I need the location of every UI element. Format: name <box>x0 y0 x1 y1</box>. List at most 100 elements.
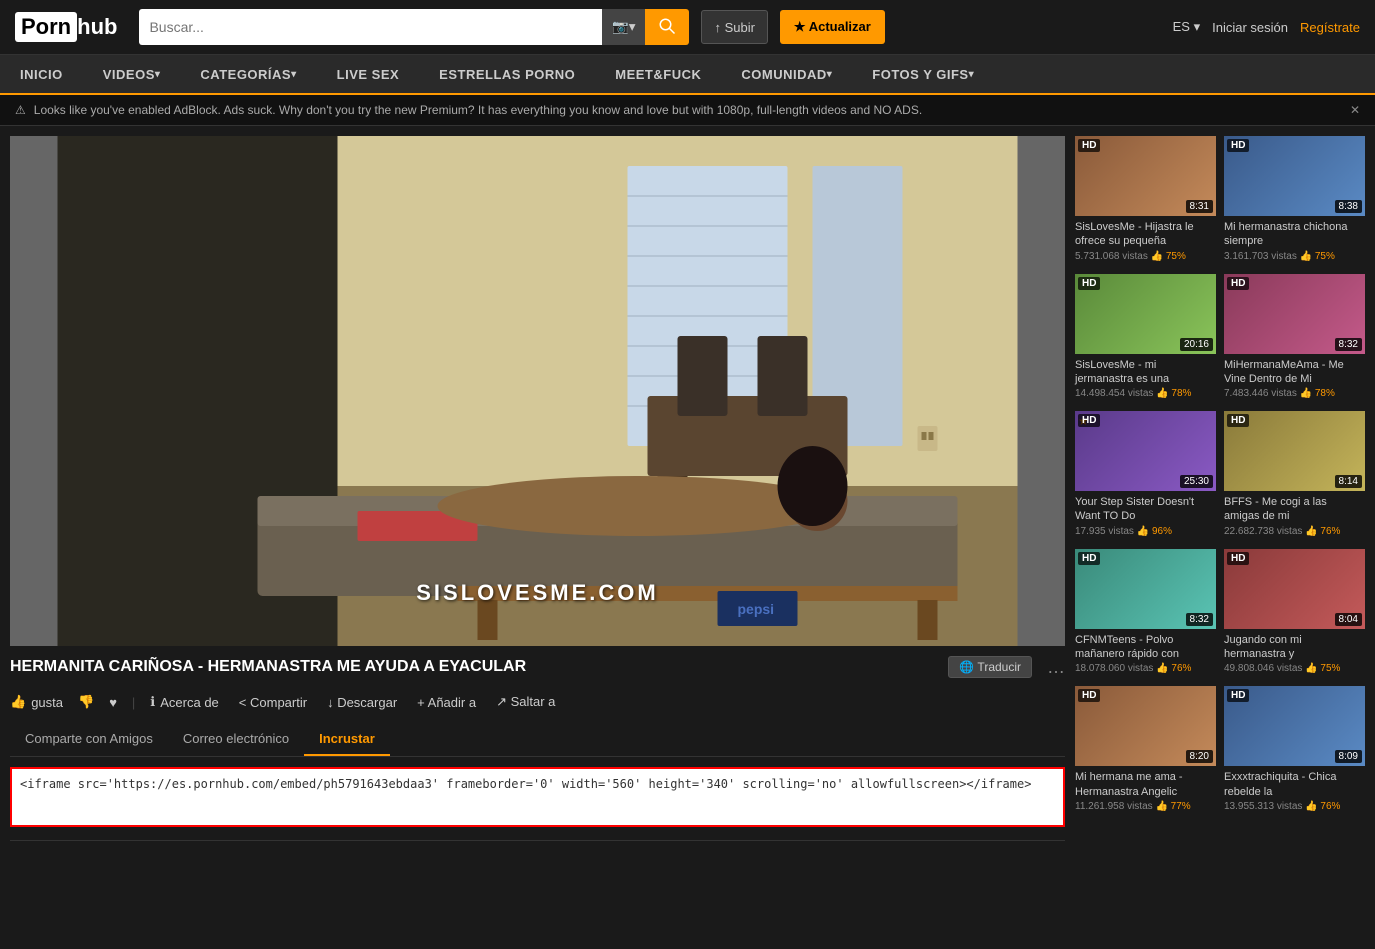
thumbnail-info: MiHermanaMeAma - Me Vine Dentro de Mi 7.… <box>1224 354 1365 404</box>
rating-badge: 👍 77% <box>1155 801 1190 812</box>
add-to-button[interactable]: + Añadir a <box>412 695 476 710</box>
list-item[interactable]: HD 8:04 Jugando con mi hermanastra y 49.… <box>1224 549 1365 679</box>
nav-estrellas[interactable]: ESTRELLAS PORNO <box>419 54 595 94</box>
info-icon: ℹ <box>150 694 155 710</box>
thumbs-down-icon: 👎 <box>78 694 94 710</box>
hd-badge: HD <box>1078 414 1100 427</box>
thumbnail-meta: 22.682.738 vistas 👍 76% <box>1224 526 1365 537</box>
header: Pornhub 📷▾ ↑ Subir ★ Actualizar ES ▾ Ini… <box>0 0 1375 55</box>
thumbnail-title: MiHermanaMeAma - Me Vine Dentro de Mi <box>1224 358 1365 387</box>
search-container: 📷▾ <box>139 9 689 45</box>
camera-button[interactable]: 📷▾ <box>602 9 645 45</box>
action-bar: 👍 gusta 👎 ♥ | ℹ Acerca de < Compartir <box>10 686 1065 718</box>
share-tabs: Comparte con Amigos Correo electrónico I… <box>10 723 1065 757</box>
thumbnail-info: BFFS - Me cogi a las amigas de mi 22.682… <box>1224 491 1365 541</box>
nav-fotos[interactable]: FOTOS Y GIFS <box>852 54 994 94</box>
thumbnail-title: Jugando con mi hermanastra y <box>1224 633 1365 662</box>
dislike-button[interactable]: 👎 <box>78 694 94 710</box>
adblock-notice: ⚠ Looks like you've enabled AdBlock. Ads… <box>0 95 1375 126</box>
embed-box: <iframe src='https://es.pornhub.com/embe… <box>10 767 1065 830</box>
like-button[interactable]: 👍 gusta <box>10 694 63 710</box>
nav-videos[interactable]: VIDEOS <box>83 54 181 94</box>
video-section: pepsi SISLOVESME.COM HERMANITA CARIÑOSA … <box>10 136 1065 841</box>
thumbnail-title: Exxxtrachiquita - Chica rebelde la <box>1224 770 1365 799</box>
rating-badge: 👍 76% <box>1305 526 1340 537</box>
video-info: HERMANITA CARIÑOSA - HERMANASTRA ME AYUD… <box>10 646 1065 841</box>
list-item[interactable]: HD 8:14 BFFS - Me cogi a las amigas de m… <box>1224 411 1365 541</box>
thumbnail-meta: 11.261.958 vistas 👍 77% <box>1075 801 1216 812</box>
thumbnail-title: CFNMTeens - Polvo mañanero rápido con <box>1075 633 1216 662</box>
nav-meetfuck[interactable]: MEET&FUCK <box>595 54 721 94</box>
thumbnail-image: HD 8:14 <box>1224 411 1365 491</box>
thumbnail-image: HD 20:16 <box>1075 274 1216 354</box>
hd-badge: HD <box>1227 552 1249 565</box>
search-button[interactable] <box>645 9 689 45</box>
thumbnail-image: HD 8:32 <box>1075 549 1216 629</box>
logo[interactable]: Pornhub <box>15 12 117 42</box>
hd-badge: HD <box>1078 552 1100 565</box>
signin-link[interactable]: Iniciar sesión <box>1212 20 1288 35</box>
list-item[interactable]: ★ HD 25:30 Your Step Sister Doesn't Want… <box>1075 411 1216 541</box>
thumbnail-image: HD 8:32 <box>1224 274 1365 354</box>
thumbnail-meta: 5.731.068 vistas 👍 75% <box>1075 251 1216 262</box>
register-link[interactable]: Regístrate <box>1300 20 1360 35</box>
thumbnail-info: SisLovesMe - mi jermanastra es una 14.49… <box>1075 354 1216 404</box>
list-item[interactable]: HD 8:32 MiHermanaMeAma - Me Vine Dentro … <box>1224 274 1365 404</box>
list-item[interactable]: HD 8:09 Exxxtrachiquita - Chica rebelde … <box>1224 686 1365 816</box>
video-duration: 8:20 <box>1186 750 1213 763</box>
list-item[interactable]: HD 20:16 SisLovesMe - mi jermanastra es … <box>1075 274 1216 404</box>
video-title: HERMANITA CARIÑOSA - HERMANASTRA ME AYUD… <box>10 658 938 676</box>
more-options-button[interactable]: … <box>1047 657 1065 678</box>
list-item[interactable]: HD 8:20 Mi hermana me ama - Hermanastra … <box>1075 686 1216 816</box>
about-button[interactable]: ℹ Acerca de <box>150 694 219 710</box>
premium-button[interactable]: ★ Actualizar <box>780 10 885 44</box>
svg-text:pepsi: pepsi <box>738 601 775 617</box>
thumbs-up-icon: 👍 <box>10 694 26 710</box>
main-content: pepsi SISLOVESME.COM HERMANITA CARIÑOSA … <box>0 126 1375 851</box>
video-duration: 25:30 <box>1180 475 1213 488</box>
rating-badge: 👍 96% <box>1137 526 1172 537</box>
jump-to-button[interactable]: ↗ Saltar a <box>491 694 555 710</box>
adblock-text: Looks like you've enabled AdBlock. Ads s… <box>34 103 922 117</box>
tab-embed[interactable]: Incrustar <box>304 723 390 756</box>
upload-button[interactable]: ↑ Subir <box>701 10 767 44</box>
list-item[interactable]: HD 8:32 CFNMTeens - Polvo mañanero rápid… <box>1075 549 1216 679</box>
list-item[interactable]: HD 8:31 SisLovesMe - Hijastra le ofrece … <box>1075 136 1216 266</box>
thumbnail-title: SisLovesMe - mi jermanastra es una <box>1075 358 1216 387</box>
language-selector[interactable]: ES ▾ <box>1173 19 1201 35</box>
nav-livesex[interactable]: LIVE SEX <box>317 54 420 94</box>
heart-icon: ♥ <box>109 695 117 710</box>
thumbnail-meta: 14.498.454 vistas 👍 78% <box>1075 388 1216 399</box>
nav-categorias[interactable]: CATEGORÍAS <box>180 54 316 94</box>
embed-code-input[interactable]: <iframe src='https://es.pornhub.com/embe… <box>10 767 1065 827</box>
thumbnail-meta: 18.078.060 vistas 👍 76% <box>1075 663 1216 674</box>
hd-badge: HD <box>1078 139 1100 152</box>
thumbnail-info: Exxxtrachiquita - Chica rebelde la 13.95… <box>1224 766 1365 816</box>
thumbnail-image: ★ HD 25:30 <box>1075 411 1216 491</box>
thumbnail-meta: 3.161.703 vistas 👍 75% <box>1224 251 1365 262</box>
thumbnail-image: HD 8:31 <box>1075 136 1216 216</box>
nav-comunidad[interactable]: COMUNIDAD <box>721 54 852 94</box>
share-button[interactable]: < Compartir <box>234 695 307 710</box>
nav-inicio[interactable]: INICIO <box>0 54 83 94</box>
favorite-button[interactable]: ♥ <box>109 695 117 710</box>
hd-badge: HD <box>1227 139 1249 152</box>
tab-email[interactable]: Correo electrónico <box>168 723 304 756</box>
video-duration: 8:14 <box>1335 475 1362 488</box>
video-duration: 8:32 <box>1186 613 1213 626</box>
download-button[interactable]: ↓ Descargar <box>322 695 397 710</box>
translate-button[interactable]: 🌐 Traducir <box>948 656 1032 678</box>
tab-share-friends[interactable]: Comparte con Amigos <box>10 723 168 756</box>
thumbnail-info: SisLovesMe - Hijastra le ofrece su peque… <box>1075 216 1216 266</box>
video-player[interactable]: pepsi SISLOVESME.COM <box>10 136 1065 646</box>
hd-badge: HD <box>1227 689 1249 702</box>
video-duration: 8:38 <box>1335 200 1362 213</box>
search-input[interactable] <box>139 9 602 45</box>
thumbnail-title: Your Step Sister Doesn't Want TO Do <box>1075 495 1216 524</box>
list-item[interactable]: HD 8:38 Mi hermanastra chichona siempre … <box>1224 136 1365 266</box>
adblock-close[interactable]: ✕ <box>1350 103 1360 117</box>
thumbnail-meta: 7.483.446 vistas 👍 78% <box>1224 388 1365 399</box>
thumbnail-info: Jugando con mi hermanastra y 49.808.046 … <box>1224 629 1365 679</box>
hd-badge: HD <box>1227 414 1249 427</box>
thumbnail-title: Mi hermanastra chichona siempre <box>1224 220 1365 249</box>
